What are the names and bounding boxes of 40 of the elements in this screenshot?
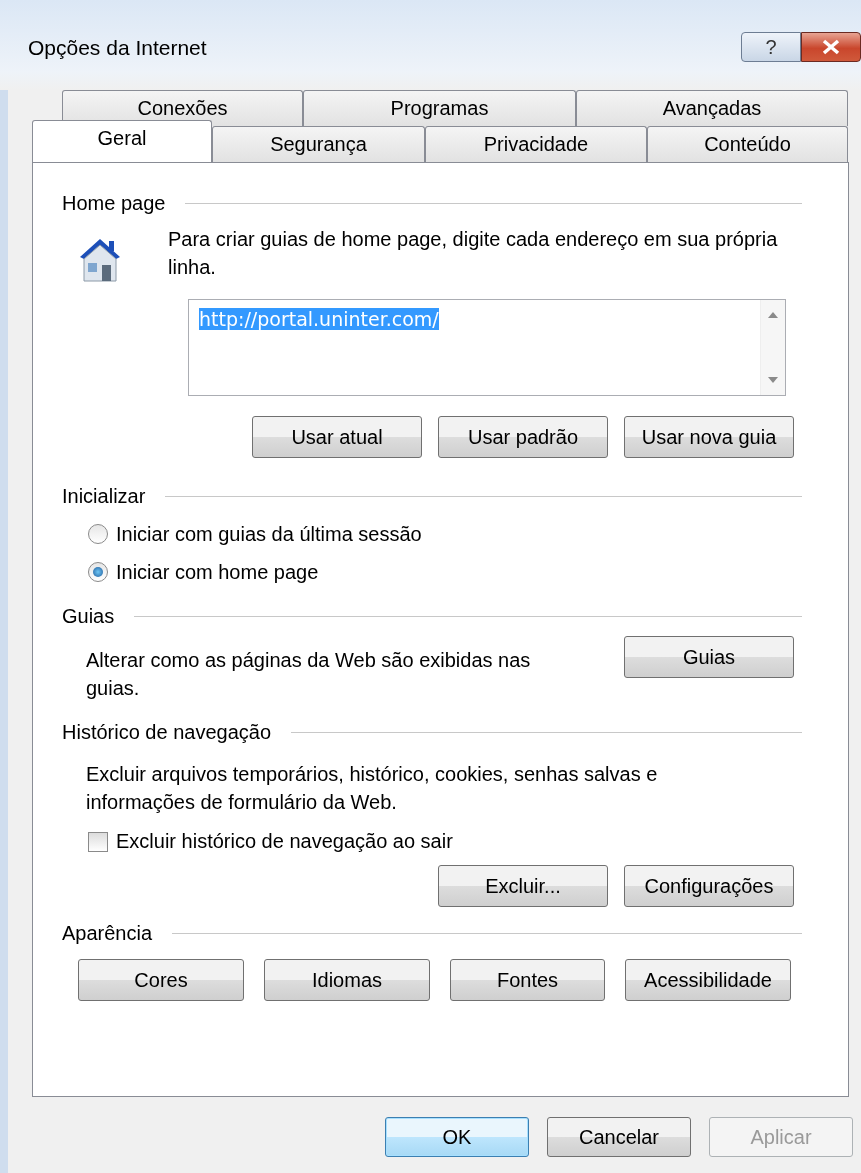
address-text: http://portal.uninter.com/ <box>199 308 439 330</box>
home-page-button[interactable]: Usar padrão <box>438 416 608 458</box>
section-heading: Guias <box>62 604 115 628</box>
tab[interactable]: Privacidade <box>425 126 647 162</box>
tab[interactable]: Geral <box>32 120 212 162</box>
appearance-button[interactable]: Cores <box>78 959 244 1001</box>
description-text: Alterar como as páginas da Web são exibidas nas guias. <box>86 648 532 701</box>
description-text: Para criar guias de home page, digite cada endereço em sua própria linha. <box>168 227 778 280</box>
radio-label: Iniciar com guias da última sessão <box>116 522 422 546</box>
tab[interactable]: Avançadas <box>576 90 848 126</box>
radio-button[interactable] <box>88 524 108 544</box>
section-heading: Inicializar <box>62 484 146 508</box>
history-button[interactable]: Configurações <box>624 865 794 907</box>
dialog-button[interactable]: Cancelar <box>547 1117 691 1157</box>
window-title: Opções da Internet <box>28 36 207 60</box>
section-heading: Home page <box>62 191 166 215</box>
close-button[interactable] <box>801 32 861 62</box>
home-page-button[interactable]: Usar nova guia <box>624 416 794 458</box>
history-button[interactable]: Excluir... <box>438 865 608 907</box>
appearance-button[interactable]: Idiomas <box>264 959 430 1001</box>
tab[interactable]: Segurança <box>212 126 425 162</box>
appearance-button[interactable]: Fontes <box>450 959 605 1001</box>
help-button[interactable]: ? <box>741 32 801 62</box>
close-icon <box>822 39 840 55</box>
dialog-button[interactable]: OK <box>385 1117 529 1157</box>
tab[interactable]: Conexões <box>62 90 303 126</box>
checkbox-label: Excluir histórico de navegação ao sair <box>116 830 453 853</box>
checkbox[interactable] <box>88 831 108 852</box>
appearance-button[interactable]: Acessibilidade <box>625 959 791 1001</box>
description-text: Excluir arquivos temporários, histórico, cookies, senhas salvas e informações de formulário da Web. <box>86 762 659 815</box>
tab[interactable]: Programas <box>303 90 576 126</box>
radio-button[interactable] <box>88 562 108 582</box>
home-page-button[interactable]: Usar atual <box>252 416 422 458</box>
tabs-button[interactable]: Guias <box>624 636 794 678</box>
radio-label: Iniciar com home page <box>116 560 319 584</box>
scroll-down-icon[interactable] <box>768 377 778 383</box>
scroll-up-icon[interactable] <box>768 312 778 318</box>
section-heading: Aparência <box>62 921 153 945</box>
tab[interactable]: Conteúdo <box>647 126 848 162</box>
section-heading: Histórico de navegação <box>62 720 271 744</box>
